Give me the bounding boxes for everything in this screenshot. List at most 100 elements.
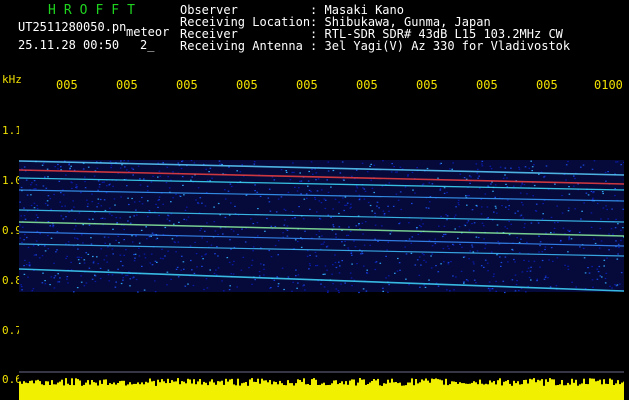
noise-speck [277,240,280,242]
signal-bar-column [345,381,347,400]
noise-speck [541,259,544,262]
noise-speck [258,271,261,273]
noise-speck [211,177,213,179]
time-label: 005 [176,78,198,92]
noise-speck [528,276,531,279]
noise-speck [607,218,609,220]
time-label: 005 [296,78,318,92]
noise-speck [127,197,129,199]
noise-speck [131,241,134,243]
noise-speck [286,225,289,227]
noise-speck [604,171,607,173]
noise-speck [177,162,180,164]
noise-speck [477,236,480,239]
noise-speck [465,279,468,281]
noise-speck [443,187,446,189]
noise-speck [396,171,399,173]
noise-speck [23,273,26,275]
signal-bar-column [401,385,403,400]
noise-speck [344,240,346,242]
noise-speck [111,248,114,250]
noise-speck [151,232,154,234]
noise-speck [349,207,351,209]
signal-bar-column [557,385,559,400]
noise-speck [307,180,310,182]
noise-speck [520,201,523,204]
noise-speck [473,222,476,224]
signal-bar-column [325,385,327,400]
noise-speck [434,242,437,245]
noise-speck [108,280,110,282]
noise-speck [217,233,219,236]
signal-bar-column [121,380,123,400]
noise-speck [550,247,553,249]
signal-bar-column [611,379,613,400]
noise-speck [120,260,122,262]
noise-speck [50,237,53,239]
noise-speck [449,168,451,170]
signal-bar-column [367,384,369,400]
noise-speck [193,162,196,164]
noise-speck [58,281,61,283]
noise-speck [332,224,334,226]
signal-bar-column [435,378,437,400]
noise-speck [269,210,272,212]
signal-bar-column [413,385,415,400]
noise-speck [622,227,624,229]
noise-speck [504,256,507,258]
noise-speck [397,257,399,260]
signal-bar-column [597,380,599,400]
noise-speck [73,206,75,208]
noise-speck [282,232,284,234]
noise-speck [205,278,208,280]
noise-speck [602,207,605,209]
noise-speck [533,260,536,262]
noise-speck [298,206,300,208]
noise-speck [219,163,221,165]
spectrogram-plot [19,98,624,400]
noise-speck [115,239,117,241]
noise-speck [379,262,382,264]
noise-speck [600,218,602,220]
noise-speck [446,219,448,221]
noise-speck [53,193,55,196]
noise-speck [136,214,138,216]
noise-speck [104,218,106,220]
signal-bar-column [185,383,187,400]
signal-bar-column [393,382,395,400]
noise-speck [143,289,146,291]
noise-speck [78,262,81,264]
noise-speck [280,196,283,198]
signal-bar-column [193,379,195,400]
noise-speck [315,172,318,174]
noise-speck [300,193,302,195]
noise-speck [340,283,342,285]
noise-speck [204,205,207,207]
signal-bar-column [255,382,257,400]
noise-speck [574,177,576,180]
signal-bar-column [511,385,513,400]
noise-speck [286,229,289,231]
noise-speck [324,273,326,275]
noise-speck [70,165,72,167]
noise-speck [350,252,353,254]
noise-speck [349,272,352,274]
noise-speck [229,285,231,287]
signal-bar-column [35,380,37,400]
noise-speck [407,174,409,176]
noise-speck [258,275,261,277]
noise-speck [374,224,377,226]
noise-speck [178,221,180,223]
noise-speck [224,216,227,218]
noise-speck [302,285,304,287]
noise-speck [383,213,386,215]
noise-speck [494,196,496,198]
signal-bar-column [473,381,475,400]
signal-bar-column [231,378,233,400]
noise-speck [74,219,76,221]
noise-speck [300,180,303,182]
noise-speck [459,243,461,245]
signal-bar-column [531,379,533,400]
signal-bar-column [453,381,455,400]
signal-bar-column [141,382,143,400]
